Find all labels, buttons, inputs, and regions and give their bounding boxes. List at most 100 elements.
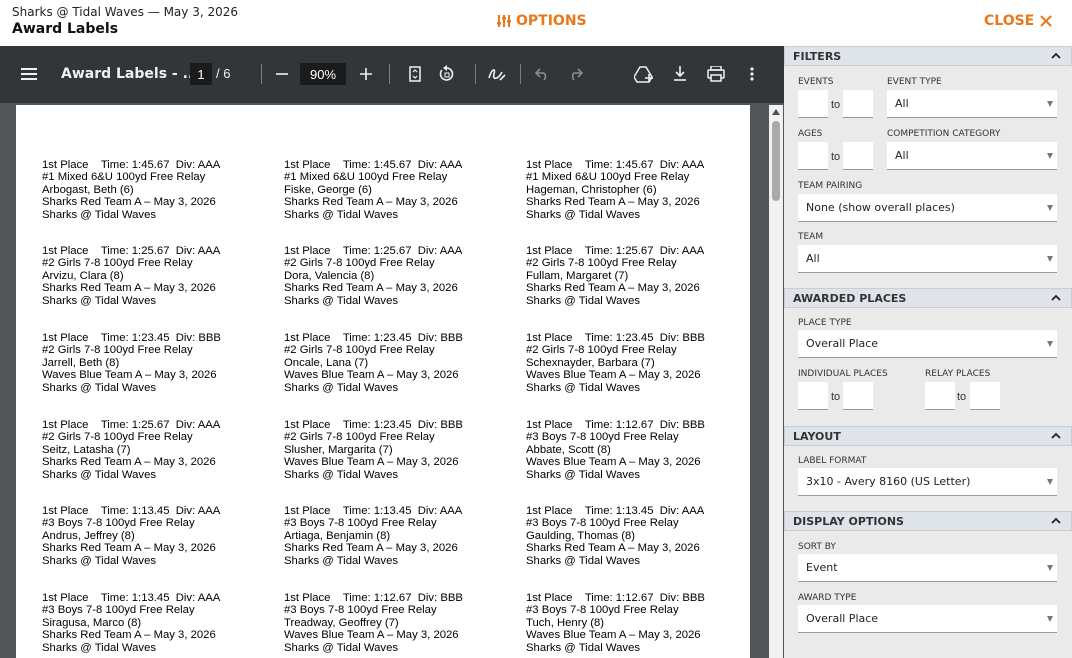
close-button[interactable]: CLOSE (984, 13, 1052, 29)
award-label-line: Sharks @ Tidal Waves (284, 381, 399, 394)
menu-icon[interactable] (17, 62, 41, 86)
place-type-select[interactable]: Overall Place (798, 330, 1057, 358)
label-format-select[interactable]: 3x10 - Avery 8160 (US Letter) (798, 468, 1057, 496)
dropdown-arrow-icon (1047, 616, 1053, 622)
scrollbar-thumb[interactable] (772, 121, 780, 201)
page-title: Award Labels (12, 21, 119, 37)
event-type-value: All (895, 97, 909, 110)
team-select[interactable]: All (798, 245, 1057, 273)
award-label: 1st Place Time: 1:12.67 Div: BBB #3 Boys … (284, 592, 463, 654)
options-label: OPTIONS (516, 13, 587, 29)
zoom-out-icon[interactable] (270, 62, 294, 86)
award-label-line: Sharks Red Team A – May 3, 2026 (42, 196, 216, 209)
award-label-line: Fullam, Margaret (7) (526, 269, 629, 282)
more-vert-icon[interactable] (740, 62, 764, 86)
award-label-line: Sharks @ Tidal Waves (42, 554, 157, 567)
meet-title: Sharks @ Tidal Waves — May 3, 2026 (12, 5, 238, 19)
award-label: 1st Place Time: 1:13.45 Div: AAA #3 Boys … (284, 505, 462, 567)
display-options-section-header[interactable]: DISPLAY OPTIONS (784, 511, 1072, 531)
individual-places-to-input[interactable] (843, 382, 873, 410)
award-label-line: 1st Place Time: 1:23.45 Div: BBB (526, 332, 705, 344)
dropdown-arrow-icon (1047, 479, 1053, 485)
award-label-line: Sharks @ Tidal Waves (42, 208, 157, 221)
ages-to-text: to (831, 151, 841, 163)
award-label-line: 1st Place Time: 1:13.45 Div: AAA (42, 505, 221, 517)
sort-by-value: Event (806, 561, 838, 574)
competition-category-select[interactable]: All (887, 142, 1057, 170)
document-area[interactable]: 1st Place Time: 1:45.67 Div: AAA #1 Mixed… (0, 103, 784, 658)
award-label-line: #2 Girls 7-8 100yd Free Relay (284, 257, 435, 270)
award-label-line: Gaulding, Thomas (8) (526, 529, 636, 542)
sort-by-select[interactable]: Event (798, 554, 1057, 582)
award-label-line: Hageman, Christopher (6) (526, 183, 657, 196)
individual-places-from-input[interactable] (798, 382, 828, 410)
event-type-select[interactable]: All (887, 90, 1057, 118)
team-pairing-select[interactable]: None (show overall places) (798, 194, 1057, 222)
scroll-up-arrow[interactable] (772, 109, 780, 115)
award-label-line: Seitz, Latasha (7) (42, 443, 131, 456)
award-label-line: Sharks @ Tidal Waves (284, 208, 399, 221)
annotate-icon[interactable] (485, 62, 509, 86)
award-label-line: #2 Girls 7-8 100yd Free Relay (284, 431, 435, 444)
award-type-label: AWARD TYPE (798, 593, 857, 603)
award-label-line: Waves Blue Team A – May 3, 2026 (284, 629, 459, 642)
filters-heading: FILTERS (793, 49, 842, 63)
print-icon[interactable] (704, 62, 728, 86)
fit-page-icon[interactable] (403, 62, 427, 86)
award-label-line: #2 Girls 7-8 100yd Free Relay (42, 344, 193, 357)
relay-places-from-input[interactable] (925, 382, 955, 410)
chevron-up-icon (1051, 517, 1061, 524)
award-label-line: 1st Place Time: 1:12.67 Div: BBB (284, 592, 463, 604)
scrollbar[interactable] (769, 105, 783, 658)
award-label-line: Sharks @ Tidal Waves (42, 641, 157, 654)
team-pairing-label: TEAM PAIRING (798, 181, 863, 191)
options-button[interactable]: OPTIONS (496, 13, 587, 29)
award-label-line: 1st Place Time: 1:25.67 Div: AAA (526, 245, 705, 257)
page-number-input[interactable]: 1 (190, 63, 212, 85)
award-label-line: #2 Girls 7-8 100yd Free Relay (526, 257, 677, 270)
event-type-label: EVENT TYPE (887, 77, 942, 87)
competition-category-label: COMPETITION CATEGORY (887, 129, 1001, 139)
award-label-line: Sharks @ Tidal Waves (284, 468, 399, 481)
award-label-line: #1 Mixed 6&U 100yd Free Relay (526, 171, 690, 184)
undo-icon[interactable] (531, 62, 555, 86)
dropdown-arrow-icon (1047, 153, 1053, 159)
dropdown-arrow-icon (1047, 205, 1053, 211)
rotate-icon[interactable] (435, 62, 459, 86)
award-label-line: #3 Boys 7-8 100yd Free Relay (42, 604, 195, 617)
awarded-places-section-header[interactable]: AWARDED PLACES (784, 288, 1072, 308)
relay-places-to-input[interactable] (970, 382, 1000, 410)
redo-icon[interactable] (563, 62, 587, 86)
download-icon[interactable] (668, 62, 692, 86)
award-label-line: #3 Boys 7-8 100yd Free Relay (526, 604, 679, 617)
award-type-select[interactable]: Overall Place (798, 605, 1057, 633)
award-label-line: Sharks Red Team A – May 3, 2026 (284, 196, 458, 209)
events-to-input[interactable] (843, 90, 873, 118)
ages-from-input[interactable] (798, 142, 828, 170)
options-panel: FILTERS EVENTS EVENT TYPE to All AGES CO… (784, 46, 1072, 658)
relay-places-to-text: to (957, 391, 967, 403)
award-label-line: Waves Blue Team A – May 3, 2026 (284, 456, 459, 469)
zoom-level-input[interactable]: 90% (300, 63, 346, 85)
layout-section-header[interactable]: LAYOUT (784, 426, 1072, 446)
award-label-line: Sharks Red Team A – May 3, 2026 (284, 282, 458, 295)
ages-to-input[interactable] (843, 142, 873, 170)
award-label-line: Sharks @ Tidal Waves (526, 641, 641, 654)
award-label-line: 1st Place Time: 1:45.67 Div: AAA (284, 159, 463, 171)
add-to-drive-icon[interactable] (632, 62, 656, 86)
events-from-input[interactable] (798, 90, 828, 118)
toolbar-divider (475, 64, 476, 84)
award-label-line: Sharks @ Tidal Waves (42, 294, 157, 307)
award-label-line: Arvizu, Clara (8) (42, 269, 124, 282)
award-label-line: 1st Place Time: 1:25.67 Div: AAA (42, 245, 221, 257)
award-label: 1st Place Time: 1:45.67 Div: AAA #1 Mixed… (284, 159, 462, 221)
award-label-line: 1st Place Time: 1:25.67 Div: AAA (42, 419, 221, 431)
award-label-line: Sharks @ Tidal Waves (526, 468, 641, 481)
award-label-line: Artiaga, Benjamin (8) (284, 529, 391, 542)
events-label: EVENTS (798, 77, 834, 87)
dropdown-arrow-icon (1047, 256, 1053, 262)
award-label-line: Waves Blue Team A – May 3, 2026 (526, 456, 701, 469)
award-label-line: Arbogast, Beth (6) (42, 183, 134, 196)
zoom-in-icon[interactable] (354, 62, 378, 86)
filters-section-header[interactable]: FILTERS (784, 46, 1072, 66)
